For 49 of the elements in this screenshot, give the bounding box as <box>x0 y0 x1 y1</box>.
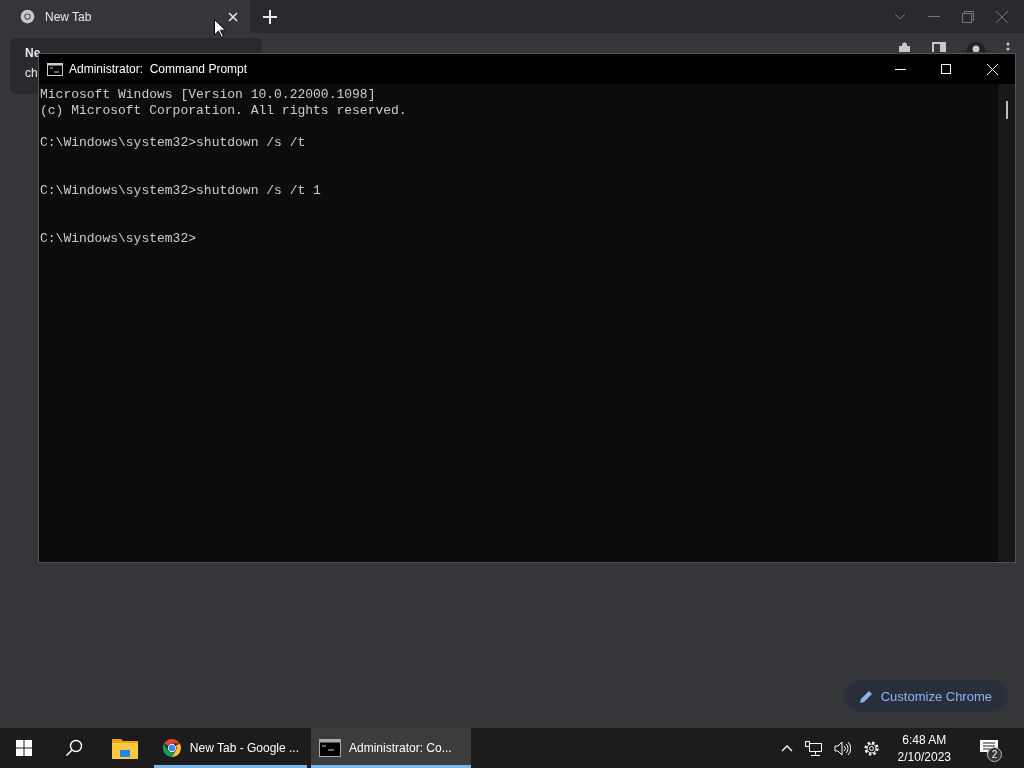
network-button[interactable] <box>802 740 824 756</box>
volume-button[interactable] <box>831 740 853 756</box>
dropdown-button[interactable] <box>894 13 906 20</box>
plus-icon <box>263 9 277 24</box>
taskbar-app-button[interactable]: Administrator: Co... <box>311 728 471 768</box>
customize-chrome-button[interactable]: Customize Chrome <box>843 680 1008 712</box>
restore-icon <box>962 10 974 23</box>
puzzle-icon <box>898 42 912 52</box>
folder-icon <box>112 737 138 759</box>
chrome-logo-icon <box>20 9 35 24</box>
menu-button[interactable] <box>1006 42 1010 52</box>
settings-icon <box>862 739 880 757</box>
maximize-icon <box>941 64 951 74</box>
minimize-icon <box>928 15 940 18</box>
close-icon[interactable] <box>228 11 238 22</box>
search-icon <box>65 739 83 757</box>
more-icon <box>1006 42 1010 52</box>
network-icon <box>804 740 822 756</box>
side-panel-button[interactable] <box>932 42 946 52</box>
chevron-up-icon <box>780 744 793 752</box>
cursor-icon <box>214 19 226 38</box>
extensions-button[interactable] <box>898 42 912 52</box>
notification-count: 2 <box>987 747 1002 762</box>
tooltip-text: ch <box>25 66 38 80</box>
clock[interactable]: 6:48 AM 2/10/2023 <box>889 732 961 764</box>
scrollbar[interactable] <box>998 84 1015 562</box>
speaker-icon <box>833 740 851 756</box>
console-line: C:\Windows\system32>shutdown /s /t 1 <box>40 183 321 199</box>
notifications-button[interactable]: 2 <box>969 728 1009 768</box>
window-title: Administrator: Command Prompt <box>69 62 249 76</box>
browser-tab[interactable]: New Tab <box>0 0 250 33</box>
console-line: Microsoft Windows [Version 10.0.22000.1098] <box>40 87 376 103</box>
close-icon <box>996 10 1008 23</box>
console-line: C:\Windows\system32> <box>40 231 197 247</box>
pencil-icon <box>859 689 873 703</box>
chrome-logo-icon <box>162 736 182 760</box>
close-button[interactable] <box>996 10 1008 23</box>
console-line: C:\Windows\system32>shutdown /s /t <box>40 135 306 151</box>
terminal-icon <box>47 62 63 76</box>
windows-logo-icon <box>16 740 32 756</box>
restore-button[interactable] <box>962 10 974 23</box>
close-icon <box>986 63 998 75</box>
taskbar-app-button[interactable]: New Tab - Google ... <box>154 728 307 768</box>
chevron-down-icon <box>894 13 906 20</box>
minimize-icon <box>894 68 906 70</box>
minimize-button[interactable] <box>928 15 940 18</box>
panel-icon <box>932 42 946 52</box>
console-line: (c) Microsoft Corporation. All rights reserved. <box>40 103 407 119</box>
terminal-icon <box>319 739 341 757</box>
